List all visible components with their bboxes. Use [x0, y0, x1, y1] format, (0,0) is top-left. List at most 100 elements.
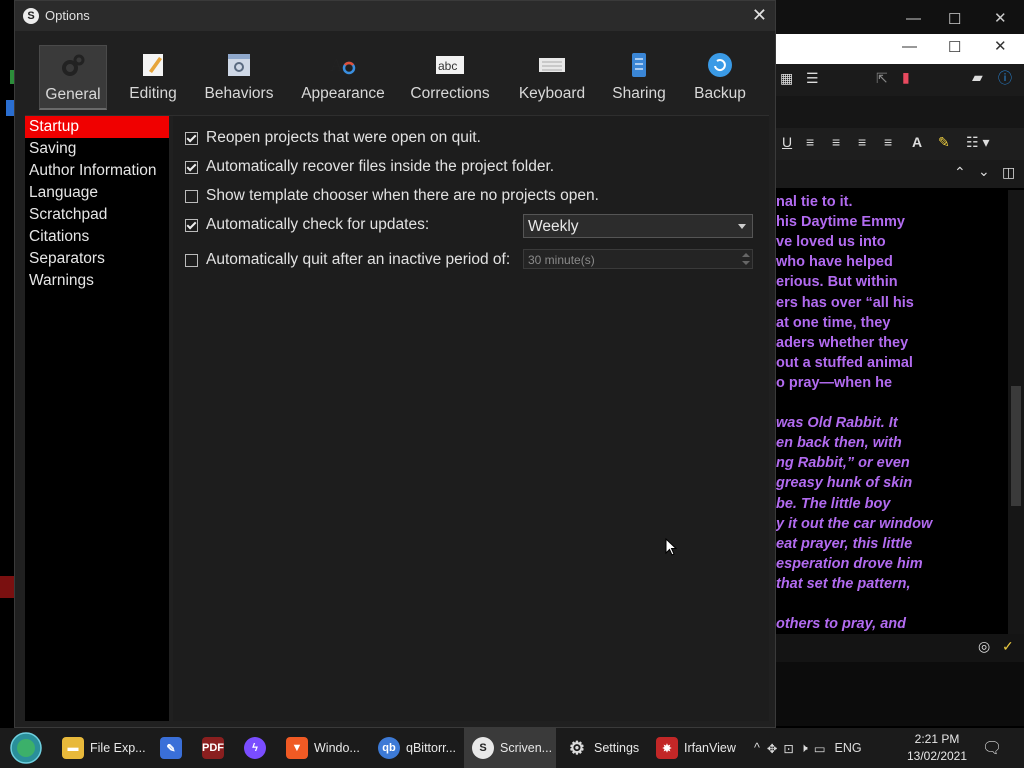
stepper-up-icon[interactable]	[742, 253, 750, 257]
volume-muted-icon[interactable]: 🕨	[800, 741, 808, 756]
notifications-icon[interactable]: 🗨	[982, 738, 1002, 758]
tab-keyboard[interactable]: Keyboard	[517, 45, 587, 107]
layout-grid-icon[interactable]: ▦	[780, 70, 793, 87]
sidebar-item-scratchpad[interactable]: Scratchpad	[25, 204, 169, 226]
taskbar-item-scrivener[interactable]: S Scriven...	[464, 728, 556, 768]
sidebar-item-startup[interactable]: Startup	[25, 116, 169, 138]
update-frequency-select[interactable]: Weekly	[523, 214, 753, 238]
dialog-titlebar[interactable]: S Options ✕	[15, 1, 775, 31]
backup-icon	[708, 53, 732, 77]
template-chooser-checkbox[interactable]	[185, 189, 198, 203]
editor-text-line: out a stuffed animal	[776, 354, 913, 371]
sidebar-item-saving[interactable]: Saving	[25, 138, 169, 160]
maximize-icon[interactable]: ☐	[948, 10, 961, 28]
share-icon[interactable]: ⇱	[876, 70, 888, 87]
taskbar-item-file-explorer[interactable]: ▬ File Exp...	[62, 728, 146, 768]
chevron-down-icon[interactable]: ⌄	[978, 163, 990, 180]
battery-icon[interactable]: ▭	[814, 741, 826, 756]
taskbar-item-qbittorrent[interactable]: qb qBittorr...	[378, 728, 456, 768]
align-left-icon[interactable]: ≡	[806, 134, 814, 150]
bookmark-icon[interactable]: ▮	[902, 69, 910, 86]
qbittorrent-icon: qb	[378, 737, 400, 759]
sidebar-item-citations[interactable]: Citations	[25, 226, 169, 248]
background-format-toolbar: U ≡ ≡ ≡ ≡ A ✎ ☷ ▾	[776, 128, 1024, 160]
underline-icon[interactable]: U	[782, 134, 792, 150]
align-right-icon[interactable]: ≡	[884, 134, 892, 150]
editor-text-line: ng Rabbit,” or even	[776, 455, 910, 472]
tab-label: Behaviors	[204, 85, 274, 102]
sidebar-item-separators[interactable]: Separators	[25, 248, 169, 270]
tab-label: Editing	[129, 85, 177, 102]
stepper-down-icon[interactable]	[742, 261, 750, 265]
irfanview-icon: ✸	[656, 737, 678, 759]
dropbox-icon[interactable]: ✥	[767, 741, 777, 756]
svg-text:A: A	[330, 55, 343, 75]
recover-files-checkbox[interactable]	[185, 160, 198, 174]
taskbar-item-messenger[interactable]: ϟ	[244, 728, 272, 768]
language-indicator[interactable]: ENG	[835, 741, 862, 755]
background-editor[interactable]: nal tie to it. his Daytime Emmy ve loved …	[776, 190, 1008, 634]
info-icon[interactable]: ⓘ	[998, 68, 1012, 88]
option-auto-quit: Automatically quit after an inactive per…	[185, 249, 510, 271]
close-icon[interactable]: ✕	[994, 9, 1007, 27]
tab-appearance[interactable]: A Appearance	[299, 45, 387, 107]
text-color-icon[interactable]: A	[912, 134, 922, 150]
editor-text-line: others to pray, and	[776, 616, 906, 633]
network-icon[interactable]: ⊡	[783, 741, 793, 756]
gear-icon: ⚙	[568, 737, 586, 758]
outline-icon[interactable]: ☰	[806, 70, 819, 87]
highlight-icon[interactable]: ✎	[938, 134, 950, 151]
tab-behaviors[interactable]: Behaviors	[203, 45, 275, 107]
tab-corrections[interactable]: abc Corrections	[409, 45, 491, 107]
background-lower-area	[776, 662, 1024, 726]
split-view-icon[interactable]: ◫	[1002, 164, 1015, 181]
align-center-icon[interactable]: ≡	[832, 134, 840, 150]
minimize-icon[interactable]: —	[902, 38, 917, 55]
taskbar-item-irfanview[interactable]: ✸ IrfanView	[656, 728, 736, 768]
chevron-up-icon[interactable]: ⌃	[954, 164, 966, 181]
reopen-projects-checkbox[interactable]	[185, 131, 198, 145]
clock[interactable]: 2:21 PM 13/02/2021	[905, 731, 969, 765]
inactive-period-stepper[interactable]: 30 minute(s)	[523, 249, 753, 269]
close-button[interactable]: ✕	[752, 5, 767, 26]
check-updates-checkbox[interactable]	[185, 218, 198, 232]
editor-text-line: greasy hunk of skin	[776, 475, 913, 492]
sidebar-item-author-information[interactable]: Author Information	[25, 160, 169, 182]
editor-text-line: en back then, with	[776, 435, 902, 452]
tab-backup[interactable]: Backup	[691, 45, 749, 107]
sidebar-item-warnings[interactable]: Warnings	[25, 270, 169, 292]
tab-label: Backup	[694, 85, 746, 102]
auto-quit-checkbox[interactable]	[185, 253, 198, 267]
option-label: Automatically recover files inside the p…	[206, 158, 555, 175]
chevron-up-icon[interactable]: ^	[754, 741, 760, 755]
taskbar-item-settings[interactable]: ⚙ Settings	[566, 728, 639, 768]
note-icon[interactable]: ✓	[1002, 638, 1014, 655]
taskbar-item-notepad[interactable]: ✎	[160, 728, 188, 768]
target-icon[interactable]: ◎	[978, 638, 990, 655]
tab-editing[interactable]: Editing	[127, 45, 179, 107]
minimize-icon[interactable]: —	[906, 10, 921, 27]
dialog-title: Options	[45, 8, 90, 23]
taskbar-item-brave[interactable]: ▼ Windo...	[286, 728, 360, 768]
tab-bar: General Editing Behaviors A Appearance a…	[15, 31, 775, 113]
background-editor-scrollbar[interactable]	[1008, 190, 1024, 634]
compose-icon[interactable]: ▰	[972, 69, 983, 86]
start-button[interactable]	[6, 728, 46, 768]
folder-icon: ▬	[62, 737, 84, 759]
editor-text-line: y it out the car window	[776, 515, 933, 532]
maximize-icon[interactable]: ☐	[948, 38, 961, 56]
close-icon[interactable]: ✕	[994, 37, 1007, 55]
tab-sharing[interactable]: Sharing	[609, 45, 669, 107]
system-tray: ^ ✥ ⊡ 🕨 ▭ ENG	[750, 728, 868, 768]
taskbar-item-pdf[interactable]: PDF	[202, 728, 230, 768]
tab-label: General	[45, 86, 101, 103]
sidebar-item-language[interactable]: Language	[25, 182, 169, 204]
option-label: Automatically check for updates:	[206, 216, 430, 233]
update-frequency-value: Weekly	[528, 218, 579, 235]
option-check-updates: Automatically check for updates:	[185, 214, 429, 236]
list-icon[interactable]: ☷ ▾	[966, 134, 989, 151]
tab-general[interactable]: General	[39, 45, 107, 110]
justify-icon[interactable]: ≡	[858, 134, 866, 150]
editor-text-line: be. The little boy	[776, 495, 891, 512]
background-left-fragment	[0, 576, 14, 598]
